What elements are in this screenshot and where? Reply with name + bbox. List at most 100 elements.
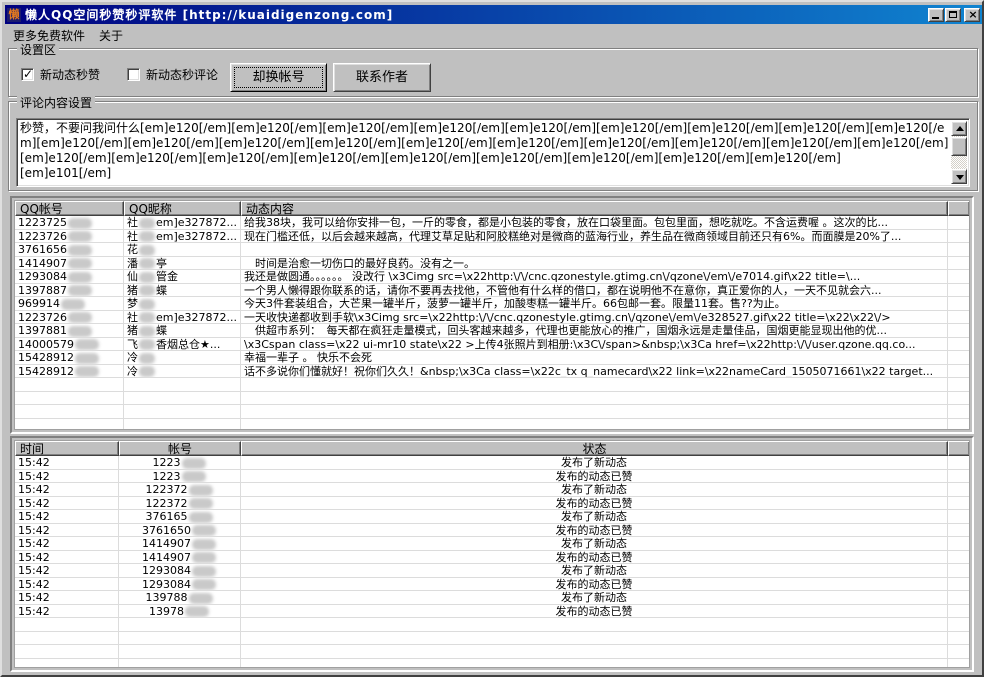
scroll-up-button[interactable]	[951, 121, 967, 136]
log-header-time[interactable]: 时间	[15, 441, 119, 456]
feed-cell-account: 15428912	[15, 351, 124, 365]
menu-item-about[interactable]: 关于	[92, 26, 130, 45]
maximize-button[interactable]	[945, 8, 961, 22]
feed-cell-account: 1293084	[15, 270, 124, 284]
feed-cell-content	[241, 378, 948, 392]
log-cell-filler	[948, 537, 969, 551]
feed-cell-filler	[948, 324, 969, 338]
feed-table-body: 1223725社em]e327872...给我38块，我可以给你安排一包，一斤的…	[15, 216, 969, 430]
feed-cell-content: 现在门槛还低，以后会越来越高，代理艾草足贴和阿胶糕绝对是微商的蓝海行业，养生品在…	[241, 230, 948, 244]
feed-table-row[interactable]: 15428912冷话不多说你们懂就好！祝你们久久！&nbsp;\x3Ca cla…	[15, 365, 969, 379]
feed-header-content[interactable]: 动态内容	[241, 201, 948, 216]
log-cell-status	[241, 632, 948, 646]
log-table-row[interactable]: 15:421293084发布了新动态	[15, 564, 969, 578]
censored-blur	[189, 593, 213, 604]
feed-table-row[interactable]: 3761656花	[15, 243, 969, 257]
log-table-empty-row[interactable]	[15, 659, 969, 669]
feed-header-filler	[948, 201, 969, 216]
log-cell-account	[119, 659, 241, 669]
feed-cell-account: 1414907	[15, 257, 124, 271]
feed-table-row[interactable]: 1223725社em]e327872...给我38块，我可以给你安排一包，一斤的…	[15, 216, 969, 230]
log-table-row[interactable]: 15:421293084发布的动态已赞	[15, 578, 969, 592]
feed-table-empty-row[interactable]	[15, 405, 969, 419]
feed-cell-filler	[948, 365, 969, 379]
log-table-empty-row[interactable]	[15, 618, 969, 632]
log-table-row[interactable]: 15:421223发布了新动态	[15, 456, 969, 470]
feed-cell-filler	[948, 405, 969, 419]
arrow-down-icon	[956, 175, 964, 180]
feed-cell-account: 1223725	[15, 216, 124, 230]
minimize-button[interactable]	[928, 8, 944, 22]
feed-header-account[interactable]: QQ帐号	[15, 201, 124, 216]
log-table-row[interactable]: 15:42376165发布了新动态	[15, 510, 969, 524]
censored-blur	[139, 353, 155, 364]
feed-table-row[interactable]: 1397881猪蝶 供超市系列： 每天都在疯狂走量模式，回头客越来越多，代理也更…	[15, 324, 969, 338]
feed-cell-account	[15, 378, 124, 392]
feed-cell-nickname: 花	[124, 243, 241, 257]
censored-blur	[139, 231, 155, 242]
switch-account-button[interactable]: 却换帐号	[230, 63, 327, 92]
log-cell-time: 15:42	[15, 524, 119, 538]
log-table-row[interactable]: 15:42122372发布的动态已赞	[15, 497, 969, 511]
feed-cell-account: 14000579	[15, 338, 124, 352]
log-table-row[interactable]: 15:4213978发布的动态已赞	[15, 605, 969, 619]
feed-cell-nickname: 冷	[124, 365, 241, 379]
log-cell-status: 发布的动态已赞	[241, 497, 948, 511]
close-icon: ×	[965, 8, 981, 21]
feed-header-nickname[interactable]: QQ昵称	[124, 201, 241, 216]
feed-cell-nickname: 飞香烟总仓★...	[124, 338, 241, 352]
log-cell-time	[15, 659, 119, 669]
comment-scrollbar[interactable]	[951, 121, 967, 184]
log-cell-filler	[948, 470, 969, 484]
log-cell-filler	[948, 591, 969, 605]
like-checkbox[interactable]: ✓	[21, 68, 34, 81]
log-cell-time: 15:42	[15, 578, 119, 592]
feed-table-empty-row[interactable]	[15, 378, 969, 392]
log-cell-time: 15:42	[15, 497, 119, 511]
log-cell-status: 发布了新动态	[241, 483, 948, 497]
censored-blur	[192, 525, 216, 536]
log-table-row[interactable]: 15:42122372发布了新动态	[15, 483, 969, 497]
maximize-icon	[949, 11, 957, 18]
comment-textarea[interactable]: 秒赞，不要问我问什么[em]e120[/em][em]e120[/em][em]…	[16, 118, 970, 187]
log-header-status[interactable]: 状态	[241, 441, 948, 456]
feed-cell-account: 1397881	[15, 324, 124, 338]
feed-cell-content: \x3Cspan class=\x22 ui-mr10 state\x22 >上…	[241, 338, 948, 352]
feed-table-empty-row[interactable]	[15, 419, 969, 431]
comment-checkbox-row: 新动态秒评论	[127, 66, 218, 83]
settings-group: 设置区 ✓ 新动态秒赞 新动态秒评论 却换帐号 联系作者	[8, 48, 978, 97]
log-cell-filler	[948, 659, 969, 669]
log-table-row[interactable]: 15:421414907发布的动态已赞	[15, 551, 969, 565]
feed-table-empty-row[interactable]	[15, 392, 969, 406]
censored-blur	[139, 299, 155, 310]
log-table-row[interactable]: 15:421414907发布了新动态	[15, 537, 969, 551]
log-table-row[interactable]: 15:42139788发布了新动态	[15, 591, 969, 605]
log-cell-filler	[948, 551, 969, 565]
feed-table-row[interactable]: 15428912冷幸福一辈子 。 快乐不会死	[15, 351, 969, 365]
censored-blur	[68, 285, 92, 296]
feed-table-row[interactable]: 1223726社em]e327872...现在门槛还低，以后会越来越高，代理艾草…	[15, 230, 969, 244]
feed-cell-nickname: 社em]e327872...	[124, 216, 241, 230]
feed-table-row[interactable]: 1397887猪蝶一个男人懒得跟你联系的话，请你不要再去找他，不管他有什么样的借…	[15, 284, 969, 298]
feed-table-row[interactable]: 969914梦今天3件套装组合，大芒果一罐半斤，菠萝一罐半斤，加酸枣糕一罐半斤。…	[15, 297, 969, 311]
scroll-down-button[interactable]	[951, 169, 967, 184]
feed-table-row[interactable]: 1414907潘亭 时间是治愈一切伤口的最好良药。没有之一。	[15, 257, 969, 271]
feed-cell-nickname	[124, 405, 241, 419]
log-cell-filler	[948, 618, 969, 632]
feed-table-row[interactable]: 1223726社em]e327872...一天收快递都收到手软\x3Cimg s…	[15, 311, 969, 325]
feed-table-row[interactable]: 14000579飞香烟总仓★...\x3Cspan class=\x22 ui-…	[15, 338, 969, 352]
log-cell-filler	[948, 578, 969, 592]
log-table-empty-row[interactable]	[15, 645, 969, 659]
close-button[interactable]: ×	[964, 8, 980, 22]
feed-table-row[interactable]: 1293084仙管金我还是做圆通。。。。。。 没改行 \x3Cimg src=\…	[15, 270, 969, 284]
contact-author-button[interactable]: 联系作者	[333, 63, 431, 92]
comment-checkbox[interactable]	[127, 68, 140, 81]
log-table-empty-row[interactable]	[15, 632, 969, 646]
log-cell-filler	[948, 497, 969, 511]
log-header-account[interactable]: 帐号	[119, 441, 241, 456]
log-table-row[interactable]: 15:421223发布的动态已赞	[15, 470, 969, 484]
log-cell-status: 发布了新动态	[241, 591, 948, 605]
scroll-thumb[interactable]	[951, 137, 967, 156]
log-table-row[interactable]: 15:423761650发布的动态已赞	[15, 524, 969, 538]
feed-cell-account: 1397887	[15, 284, 124, 298]
